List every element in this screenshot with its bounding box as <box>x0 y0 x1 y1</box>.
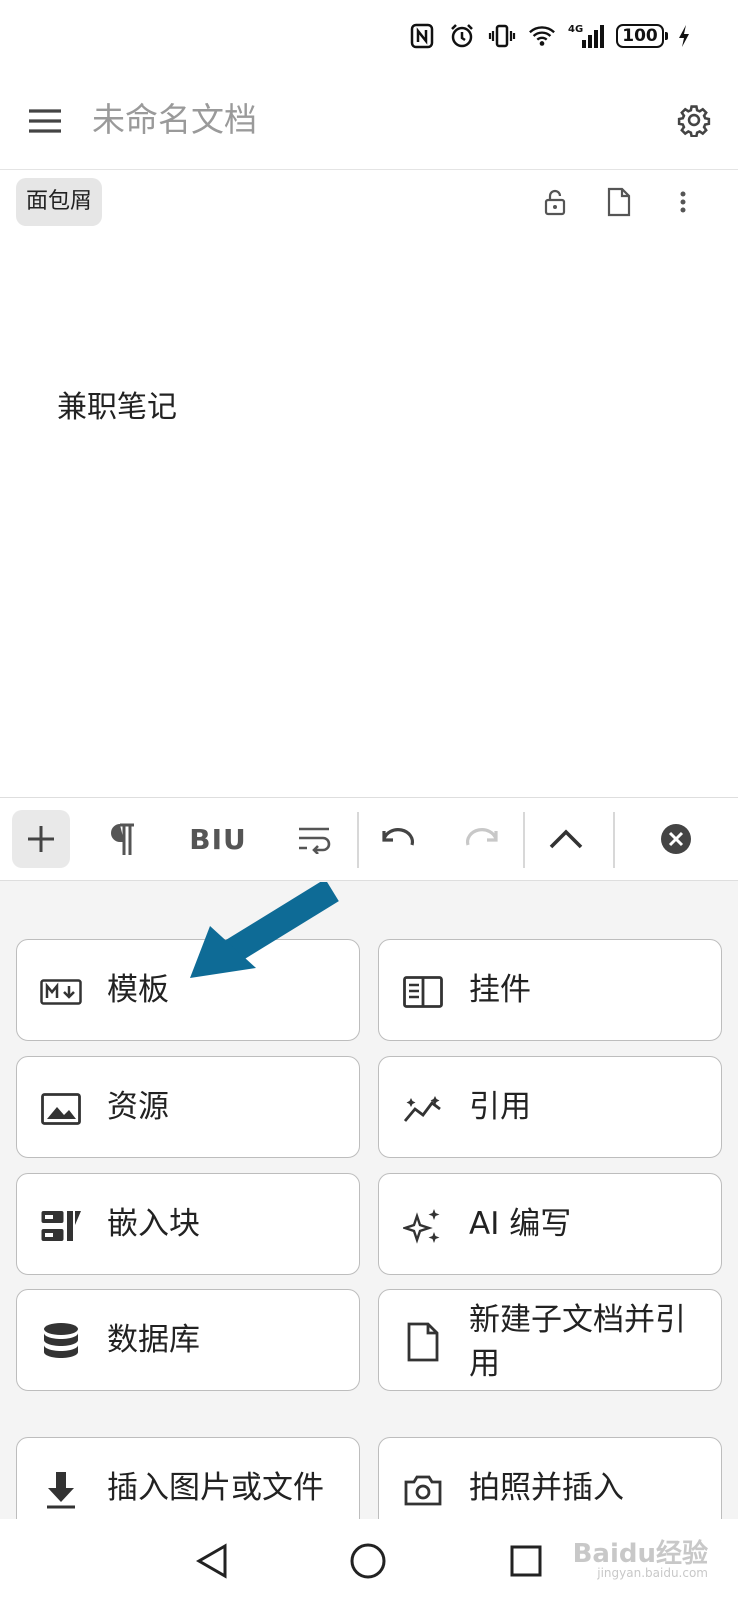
reference-button[interactable]: 引用 <box>378 1056 722 1158</box>
recents-square-icon[interactable] <box>504 1539 548 1583</box>
widget-icon <box>401 970 445 1014</box>
insert-file-label: 插入图片或文件 <box>107 1470 324 1506</box>
sparkle-icon <box>401 1204 445 1248</box>
battery-icon: 100 <box>616 24 668 48</box>
system-nav-bar: Baidu经验 jingyan.baidu.com <box>0 1519 738 1600</box>
keyboard-toolbar: BIU <box>0 797 738 881</box>
editor-area[interactable]: 兼职笔记 <box>0 232 738 797</box>
widget-button[interactable]: 挂件 <box>378 939 722 1041</box>
wifi-icon <box>528 22 556 50</box>
ai-write-label: AI 编写 <box>469 1206 572 1242</box>
camera-icon <box>401 1468 445 1512</box>
download-icon <box>39 1468 83 1512</box>
watermark: Baidu经验 jingyan.baidu.com <box>573 1533 708 1580</box>
menu-icon[interactable] <box>24 100 66 142</box>
file-icon[interactable] <box>599 182 639 222</box>
chevron-up-icon[interactable] <box>540 810 592 868</box>
toolbar-divider <box>523 812 525 868</box>
embed-block-button[interactable]: 嵌入块 <box>16 1173 360 1275</box>
embed-block-icon <box>39 1204 83 1248</box>
resource-label: 资源 <box>107 1089 169 1125</box>
template-button[interactable]: 模板 <box>16 939 360 1041</box>
more-vertical-icon[interactable] <box>663 182 703 222</box>
new-doc-icon <box>401 1320 445 1364</box>
template-label: 模板 <box>107 972 169 1008</box>
reference-label: 引用 <box>469 1089 531 1125</box>
signal-icon: 4G <box>568 22 604 50</box>
redo-icon[interactable] <box>456 810 508 868</box>
vibrate-icon <box>488 22 516 50</box>
paragraph-icon[interactable] <box>96 810 148 868</box>
ai-write-button[interactable]: AI 编写 <box>378 1173 722 1275</box>
markdown-icon <box>39 970 83 1014</box>
alarm-icon <box>448 22 476 50</box>
status-bar: 4G 100 <box>0 0 738 72</box>
widget-label: 挂件 <box>469 972 531 1008</box>
new-subdoc-label: 新建子文档并引用 <box>469 1302 686 1382</box>
watermark-text: Baidu经验 <box>572 1539 708 1569</box>
unlock-icon[interactable] <box>535 182 575 222</box>
database-button[interactable]: 数据库 <box>16 1289 360 1391</box>
breadcrumb[interactable]: 面包屑 <box>16 178 103 226</box>
undo-icon[interactable] <box>372 810 424 868</box>
insert-panel: 模板 挂件 资源 引用 嵌入块 AI 编写 数据库 新建子文档并引用 插入图片或… <box>0 881 738 1519</box>
insert-file-button[interactable]: 插入图片或文件 <box>16 1437 360 1519</box>
breadcrumb-row: 面包屑 <box>0 172 738 232</box>
new-subdoc-button[interactable]: 新建子文档并引用 <box>378 1289 722 1391</box>
database-icon <box>39 1320 83 1364</box>
back-triangle-icon[interactable] <box>190 1539 234 1583</box>
embed-block-label: 嵌入块 <box>107 1206 200 1242</box>
svg-text:4G: 4G <box>568 24 583 35</box>
image-icon <box>39 1087 83 1131</box>
wrap-text-icon[interactable] <box>288 810 340 868</box>
resource-button[interactable]: 资源 <box>16 1056 360 1158</box>
database-label: 数据库 <box>107 1322 200 1358</box>
document-title[interactable]: 未命名文档 <box>92 96 257 144</box>
home-circle-icon[interactable] <box>346 1539 390 1583</box>
app-header: 未命名文档 <box>0 72 738 170</box>
gear-icon[interactable] <box>672 98 716 142</box>
sparkline-icon <box>401 1087 445 1131</box>
plus-icon[interactable] <box>12 810 70 868</box>
editor-paragraph[interactable]: 兼职笔记 <box>57 382 177 426</box>
camera-insert-button[interactable]: 拍照并插入 <box>378 1437 722 1519</box>
toolbar-divider <box>357 812 359 868</box>
close-circle-icon[interactable] <box>650 810 702 868</box>
camera-insert-label: 拍照并插入 <box>469 1470 624 1506</box>
nfc-icon <box>408 22 436 50</box>
format-button[interactable]: BIU <box>184 810 252 868</box>
toolbar-divider <box>613 812 615 868</box>
charging-icon <box>676 22 692 50</box>
format-label: BIU <box>189 822 247 856</box>
